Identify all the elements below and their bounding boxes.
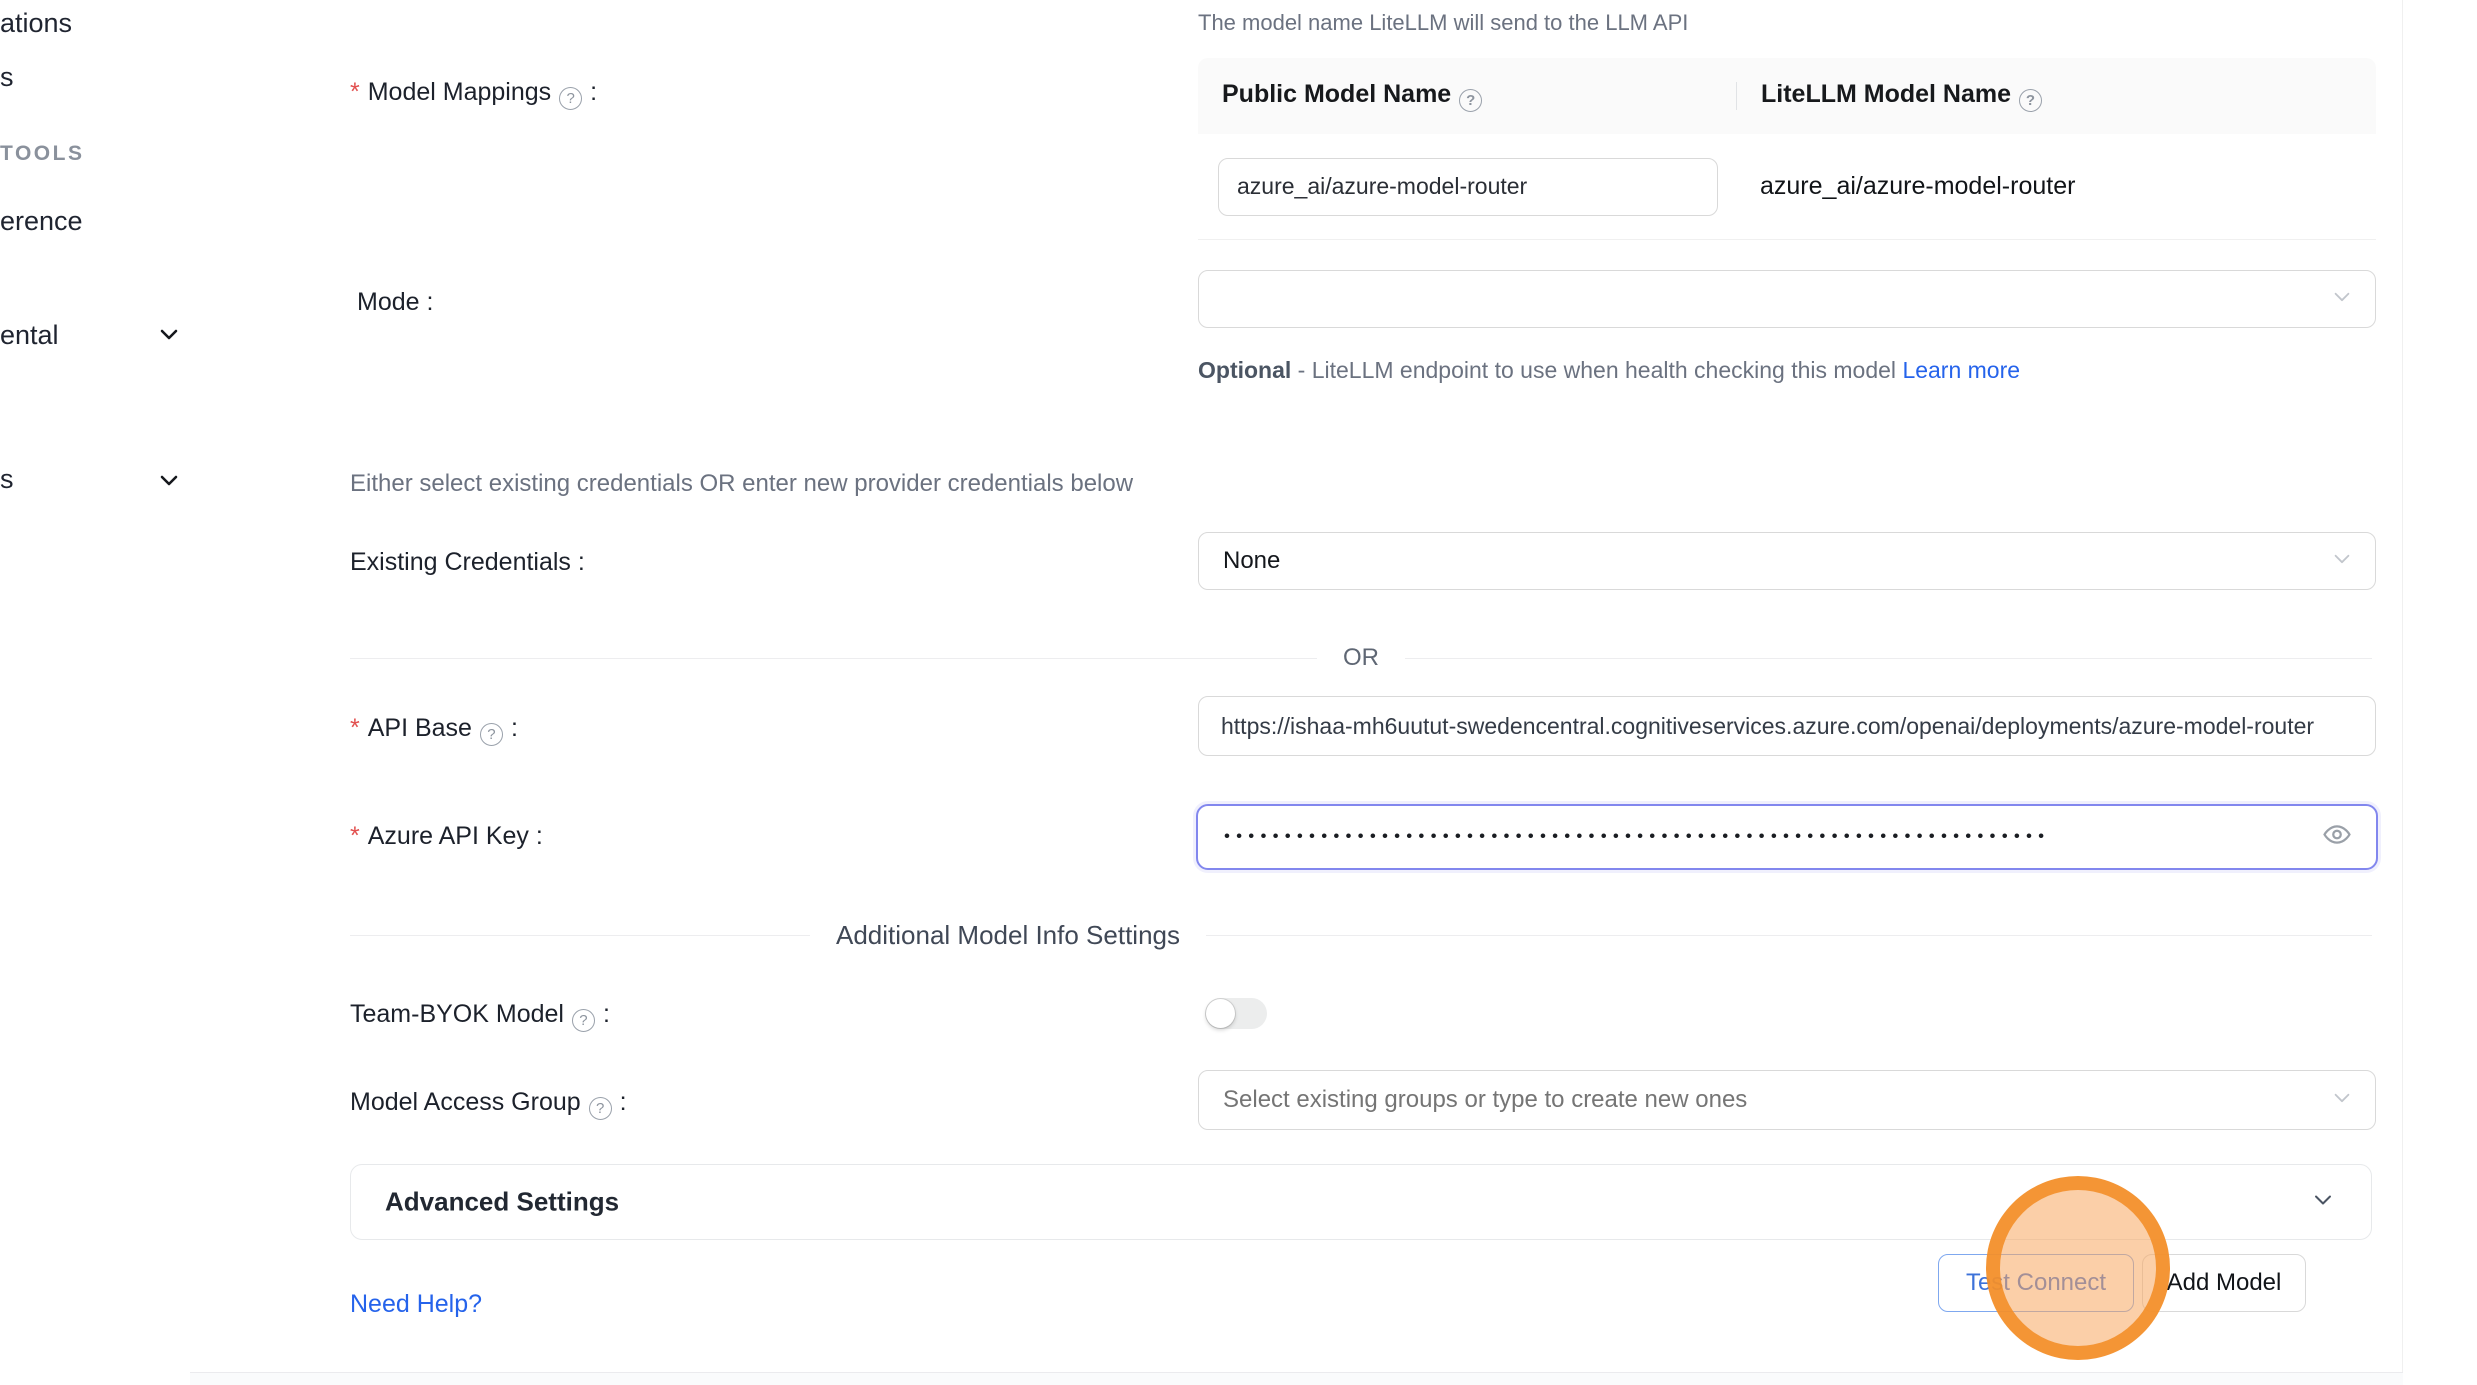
api-base-label: *API Base?: [350, 714, 518, 746]
litellm-model-name-help: The model name LiteLLM will send to the … [1198, 10, 1688, 36]
advanced-settings-panel[interactable]: Advanced Settings [350, 1164, 2372, 1240]
column-header-public-model-name: Public Model Name? [1198, 80, 1736, 112]
sidebar-item-truncated-5[interactable]: s [0, 464, 14, 495]
azure-api-key-label: *Azure API Key : [350, 822, 543, 851]
sidebar-item-truncated-3[interactable]: erence [0, 206, 83, 237]
existing-credentials-label: Existing Credentials : [350, 548, 585, 577]
required-asterisk: * [350, 714, 360, 742]
need-help-link[interactable]: Need Help? [350, 1290, 482, 1319]
credentials-note: Either select existing credentials OR en… [350, 470, 1133, 498]
add-model-form-page: ations s TOOLS erence ental s The model … [0, 0, 2477, 1385]
add-model-button[interactable]: Add Model [2142, 1254, 2306, 1312]
sidebar-item-truncated-4[interactable]: ental [0, 320, 59, 351]
litellm-model-name-value: azure_ai/azure-model-router [1736, 172, 2075, 201]
model-access-group-input[interactable] [1223, 1071, 2303, 1129]
additional-info-divider: Additional Model Info Settings [350, 920, 2372, 951]
learn-more-link[interactable]: Learn more [1902, 357, 2020, 383]
sidebar-item-truncated-1[interactable]: ations [0, 8, 72, 39]
help-question-icon[interactable]: ? [480, 723, 503, 746]
column-header-litellm-model-name: LiteLLM Model Name? [1737, 80, 2050, 112]
required-asterisk: * [350, 822, 360, 850]
model-access-group-label: Model Access Group?: [350, 1088, 627, 1120]
table-row: azure_ai/azure-model-router [1198, 134, 2376, 240]
page-background-strip [190, 1373, 2403, 1385]
help-question-icon[interactable]: ? [572, 1009, 595, 1032]
masked-password-value: ••••••••••••••••••••••••••••••••••••••••… [1224, 827, 2264, 847]
existing-credentials-value: None [1223, 547, 1280, 575]
content-card-right-border [2402, 0, 2403, 1385]
chevron-down-icon [2331, 1087, 2353, 1114]
sidebar-section-tools: TOOLS [0, 142, 84, 166]
chevron-down-icon [2331, 286, 2353, 313]
eye-icon[interactable] [2322, 820, 2352, 855]
help-question-icon[interactable]: ? [589, 1097, 612, 1120]
advanced-settings-title: Advanced Settings [385, 1187, 619, 1218]
model-mappings-header-row: Public Model Name? LiteLLM Model Name? [1198, 58, 2376, 134]
chevron-down-icon[interactable] [157, 322, 181, 346]
required-asterisk: * [350, 78, 360, 106]
sidebar-item-truncated-2[interactable]: s [0, 62, 14, 93]
help-question-icon[interactable]: ? [559, 87, 582, 110]
test-connect-button[interactable]: Test Connect [1938, 1254, 2134, 1312]
mode-help-text: Optional - LiteLLM endpoint to use when … [1198, 350, 2062, 390]
help-question-icon[interactable]: ? [2019, 89, 2042, 112]
model-mappings-label: *Model Mappings?: [350, 78, 597, 110]
chevron-down-icon [2331, 548, 2353, 575]
toggle-knob [1206, 999, 1235, 1028]
team-byok-label: Team-BYOK Model?: [350, 1000, 610, 1032]
chevron-down-icon [2311, 1188, 2335, 1217]
mode-label: Mode : [357, 288, 433, 317]
mode-select[interactable] [1198, 270, 2376, 328]
chevron-down-icon[interactable] [157, 468, 181, 492]
api-base-input[interactable] [1198, 696, 2376, 756]
team-byok-toggle[interactable] [1205, 998, 1267, 1029]
model-mappings-table: Public Model Name? LiteLLM Model Name? a… [1198, 58, 2376, 240]
public-model-name-input[interactable] [1218, 158, 1718, 216]
existing-credentials-select[interactable]: None [1198, 532, 2376, 590]
or-divider: OR [350, 644, 2372, 672]
azure-api-key-input[interactable]: ••••••••••••••••••••••••••••••••••••••••… [1196, 804, 2378, 870]
model-access-group-select[interactable] [1198, 1070, 2376, 1130]
help-question-icon[interactable]: ? [1459, 89, 1482, 112]
